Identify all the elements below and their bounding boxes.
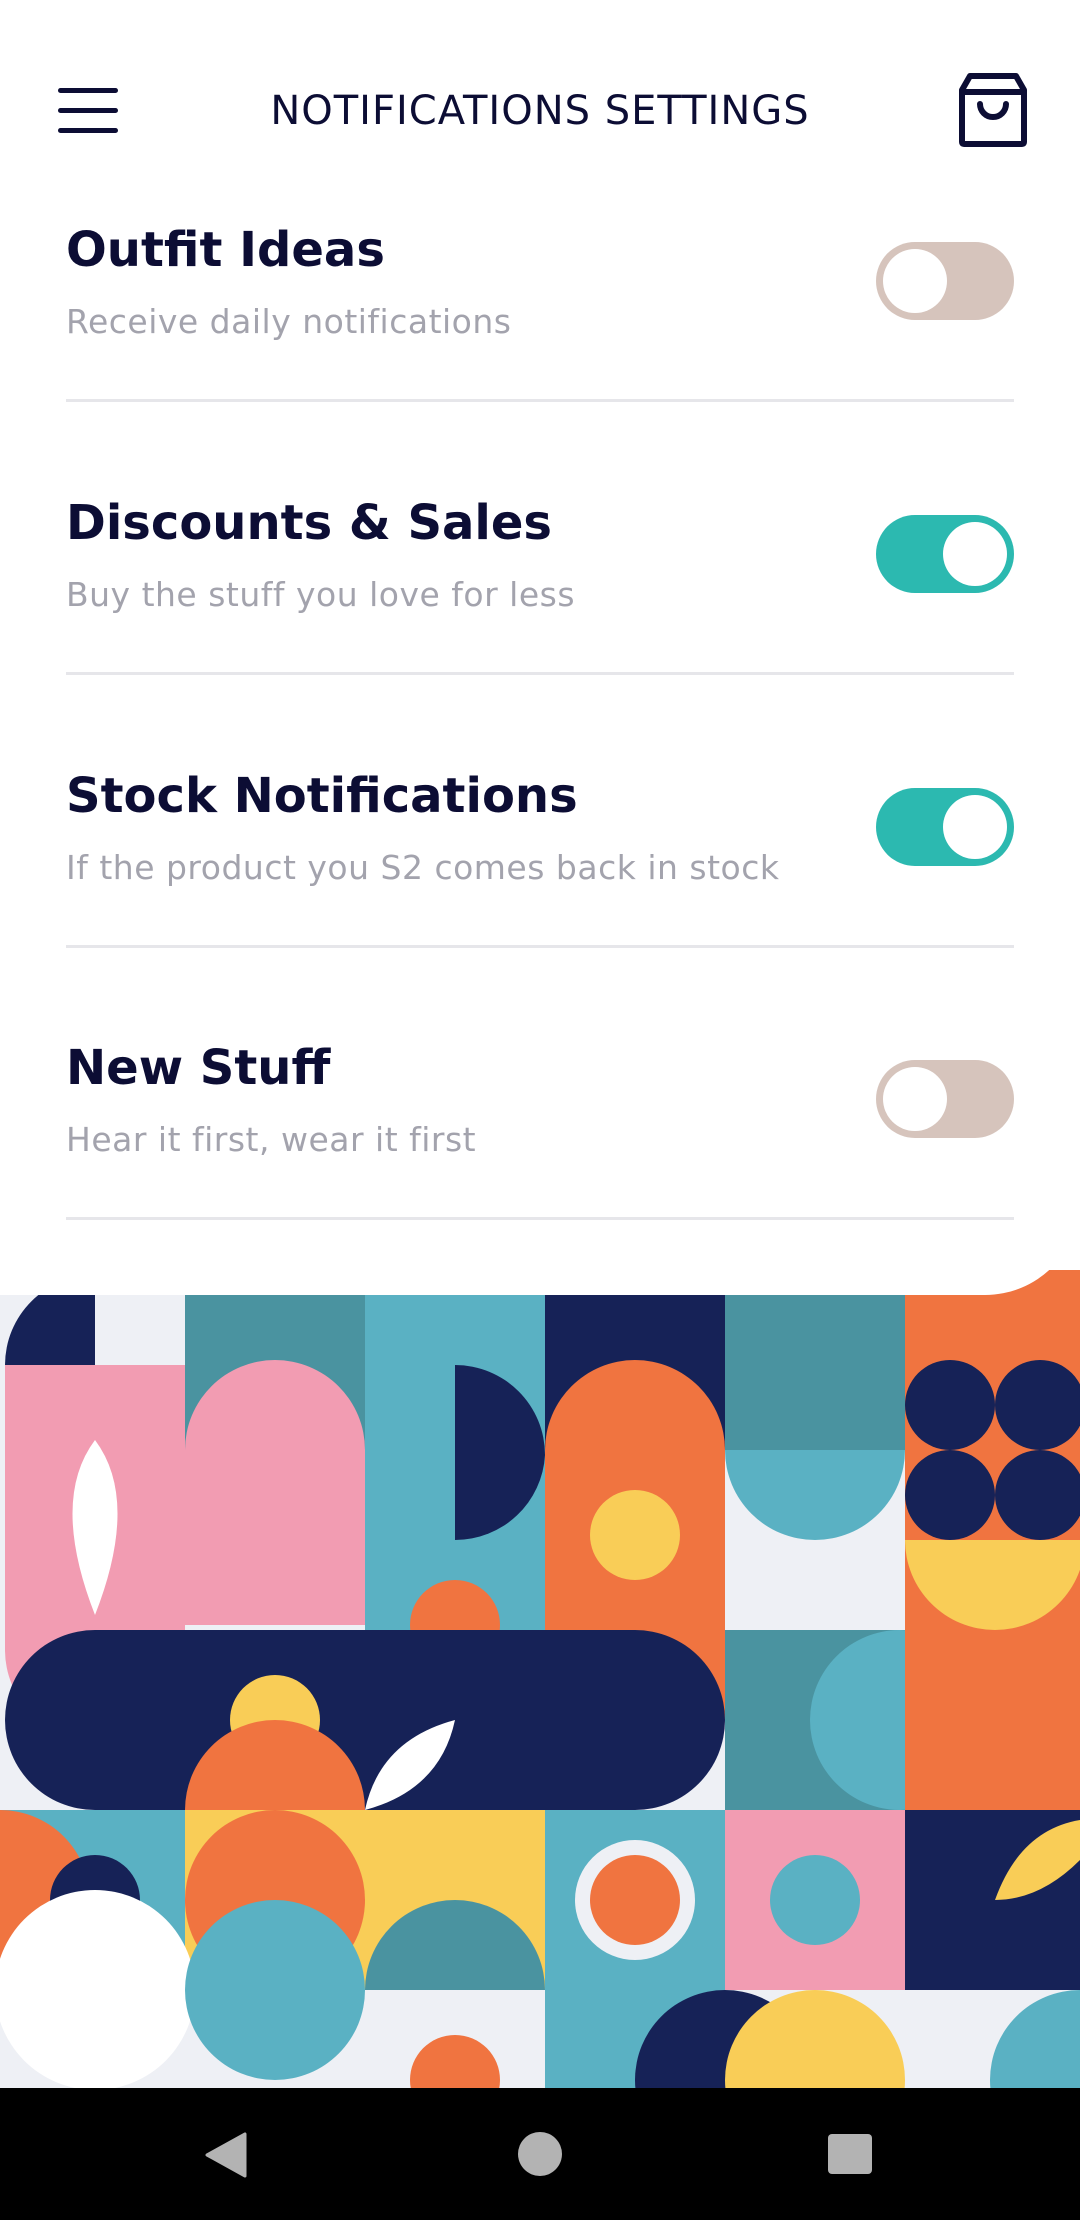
setting-stock-notifications: Stock Notifications If the product you S… <box>66 768 1014 948</box>
divider <box>66 1217 1014 1220</box>
setting-description: If the product you S2 comes back in stoc… <box>66 848 780 887</box>
stock-notifications-toggle[interactable] <box>876 788 1014 866</box>
setting-name: Discounts & Sales <box>66 495 552 551</box>
setting-discounts-sales: Discounts & Sales Buy the stuff you love… <box>66 495 1014 675</box>
decorative-pattern <box>0 1270 1080 2090</box>
setting-description: Hear it first, wear it first <box>66 1120 477 1159</box>
app-header: NOTIFICATIONS SETTINGS <box>0 0 1080 200</box>
page-title: NOTIFICATIONS SETTINGS <box>270 88 810 134</box>
recents-square-icon[interactable] <box>828 2134 872 2174</box>
toggle-knob <box>883 1067 947 1131</box>
toggle-knob <box>883 249 947 313</box>
back-triangle-icon[interactable] <box>203 2132 249 2178</box>
toggle-knob <box>943 522 1007 586</box>
setting-outfit-ideas: Outfit Ideas Receive daily notifications <box>66 222 1014 402</box>
setting-name: Outfit Ideas <box>66 222 385 278</box>
setting-description: Buy the stuff you love for less <box>66 575 576 614</box>
setting-description: Receive daily notifications <box>66 302 512 341</box>
new-stuff-toggle[interactable] <box>876 1060 1014 1138</box>
hamburger-menu-icon[interactable] <box>58 88 118 134</box>
divider <box>66 672 1014 675</box>
toggle-knob <box>943 795 1007 859</box>
outfit-ideas-toggle[interactable] <box>876 242 1014 320</box>
home-circle-icon[interactable] <box>518 2132 562 2176</box>
discounts-sales-toggle[interactable] <box>876 515 1014 593</box>
setting-new-stuff: New Stuff Hear it first, wear it first <box>66 1040 1014 1220</box>
setting-name: New Stuff <box>66 1040 331 1096</box>
divider <box>66 399 1014 402</box>
system-nav-bar <box>0 2088 1080 2220</box>
shopping-bag-icon[interactable] <box>958 72 1028 148</box>
divider <box>66 945 1014 948</box>
setting-name: Stock Notifications <box>66 768 578 824</box>
